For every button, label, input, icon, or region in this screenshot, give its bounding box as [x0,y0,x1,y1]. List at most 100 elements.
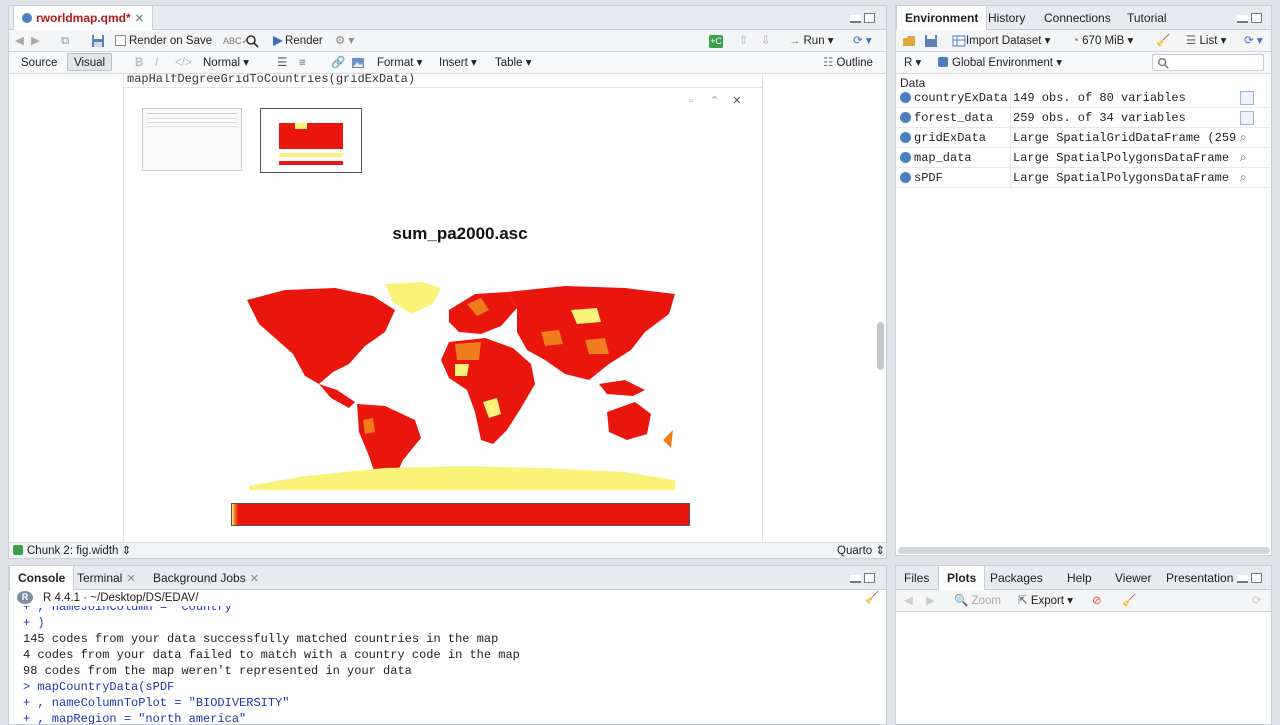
minimize-icon[interactable] [1237,575,1248,583]
chunk-navigator[interactable]: Chunk 2: fig.width ⇕ [13,543,131,559]
output-thumbnail-plot[interactable] [260,108,362,173]
minimize-icon[interactable] [850,15,861,23]
files-window-buttons[interactable] [1234,572,1264,584]
save-icon[interactable] [91,33,105,49]
bold-icon[interactable]: B [135,55,143,71]
document-type-select[interactable]: Quarto ⇕ [837,543,885,559]
source-window-buttons[interactable] [847,12,877,24]
tab-plots[interactable]: Plots [938,566,986,591]
previous-plot-icon[interactable]: ◀ [904,593,913,609]
output-thumbnail-text[interactable] [142,108,242,171]
code-line[interactable]: mapHalfDegreeGridToCountries(gridExData) [127,74,415,86]
settings-gear-icon[interactable]: ⚙ ▾ [335,33,354,49]
remove-plot-icon[interactable]: ⊘ [1092,593,1102,609]
env-row-sPDF[interactable]: sPDF Large SpatialPolygonsDataFrame (… ⌕ [896,168,1270,188]
tab-background-jobs[interactable]: Background Jobs ✕ [145,566,267,590]
env-row-gridExData[interactable]: gridExData Large SpatialGridDataFrame (25… [896,128,1270,148]
table-view-icon[interactable] [1240,91,1254,105]
environment-search-input[interactable] [1152,54,1264,71]
collapse-output-icon[interactable]: ⌃ [710,95,719,107]
search-icon[interactable] [245,33,259,49]
insert-chunk-icon[interactable]: +C [709,33,723,49]
export-button[interactable]: ⇱ Export ▾ [1018,593,1073,609]
refresh-icon[interactable]: ⟳ [1252,593,1262,609]
expand-dot-icon[interactable] [900,152,911,163]
bullet-list-icon[interactable]: ☰ [277,55,287,71]
import-dataset-button[interactable]: Import Dataset ▾ [952,33,1050,49]
rerun-icon[interactable]: ⟳ ▾ [853,33,872,49]
editor-area[interactable]: mapHalfDegreeGridToCountries(gridExData)… [9,74,886,542]
tab-environment[interactable]: Environment [896,6,988,31]
tab-help[interactable]: Help [1059,566,1100,590]
open-folder-icon[interactable] [902,33,916,49]
visual-mode-button[interactable]: Visual [67,53,113,71]
maximize-icon[interactable] [864,573,875,583]
source-mode-button[interactable]: Source [21,55,57,71]
zoom-button[interactable]: 🔍 Zoom [954,593,1001,609]
file-tab[interactable]: rworldmap.qmd* ✕ [13,6,153,31]
back-icon[interactable]: ◀ [15,33,24,49]
format-menu[interactable]: Format ▾ [377,55,422,71]
close-tab-icon[interactable]: ✕ [250,573,259,585]
tab-viewer[interactable]: Viewer [1107,566,1159,590]
scope-select[interactable]: Global Environment ▾ [938,55,1062,71]
go-down-icon[interactable]: ⇩ [761,33,771,49]
environment-hscrollbar[interactable] [898,547,1270,554]
outline-button[interactable]: ☷ Outline [823,55,873,71]
table-view-icon[interactable] [1240,111,1254,125]
expand-dot-icon[interactable] [900,112,911,123]
run-button[interactable]: → Run ▾ [789,33,834,49]
image-icon[interactable] [351,55,365,71]
environment-window-buttons[interactable] [1234,12,1264,24]
clear-console-icon[interactable]: 🧹 [865,590,879,606]
console-window-buttons[interactable] [847,572,877,584]
expand-output-icon[interactable]: ▫ [689,95,693,107]
next-plot-icon[interactable]: ▶ [926,593,935,609]
view-mode-select[interactable]: ☰ List ▾ [1186,33,1226,49]
expand-dot-icon[interactable] [900,132,911,143]
numbered-list-icon[interactable]: ≡ [299,55,306,71]
env-row-map_data[interactable]: map_data Large SpatialPolygonsDataFrame (… [896,148,1270,168]
clear-output-icon[interactable]: ✕ [732,95,741,107]
env-row-forest_data[interactable]: forest_data 259 obs. of 34 variables [896,108,1270,128]
magnifier-icon[interactable]: ⌕ [1240,151,1254,165]
clear-plots-icon[interactable]: 🧹 [1122,593,1136,609]
maximize-icon[interactable] [1251,573,1262,583]
code-icon[interactable]: </> [175,55,192,71]
tab-history[interactable]: History [980,6,1033,30]
render-button[interactable]: Render [271,33,323,49]
minimize-icon[interactable] [850,575,861,583]
close-tab-icon[interactable]: ✕ [135,13,144,25]
tab-terminal[interactable]: Terminal ✕ [69,566,144,590]
env-row-countryExData[interactable]: countryExData 149 obs. of 80 variables [896,88,1270,108]
italic-icon[interactable]: I [155,55,158,71]
language-select[interactable]: R ▾ [904,55,921,71]
magnifier-icon[interactable]: ⌕ [1240,131,1254,145]
memory-usage-button[interactable]: ◔ 670 MiB ▾ [1072,33,1133,49]
console-output[interactable]: + , nameJoinColumn = "country" + ) 145 c… [9,606,886,724]
clear-broom-icon[interactable]: 🧹 [1156,33,1170,49]
table-menu[interactable]: Table ▾ [495,55,531,71]
tab-packages[interactable]: Packages [982,566,1051,590]
minimize-icon[interactable] [1237,15,1248,23]
save-workspace-icon[interactable] [924,33,938,49]
link-icon[interactable]: 🔗 [331,55,345,71]
go-up-icon[interactable]: ⇧ [739,33,749,49]
close-tab-icon[interactable]: ✕ [126,573,135,585]
refresh-icon[interactable]: ⟳ ▾ [1244,33,1263,49]
maximize-icon[interactable] [1251,13,1262,23]
expand-dot-icon[interactable] [900,92,911,103]
insert-menu[interactable]: Insert ▾ [439,55,477,71]
block-format-select[interactable]: Normal ▾ [203,55,249,71]
tab-tutorial[interactable]: Tutorial [1119,6,1175,30]
render-on-save-checkbox[interactable]: Render on Save [115,33,212,49]
tab-presentation[interactable]: Presentation [1158,566,1241,590]
tab-files[interactable]: Files [896,566,937,590]
show-in-window-icon[interactable]: ⧉ [61,33,69,49]
editor-scrollbar[interactable] [877,322,884,370]
magnifier-icon[interactable]: ⌕ [1240,171,1254,185]
expand-dot-icon[interactable] [900,172,911,183]
maximize-icon[interactable] [864,13,875,23]
tab-connections[interactable]: Connections [1036,6,1119,30]
tab-console[interactable]: Console [9,566,75,591]
